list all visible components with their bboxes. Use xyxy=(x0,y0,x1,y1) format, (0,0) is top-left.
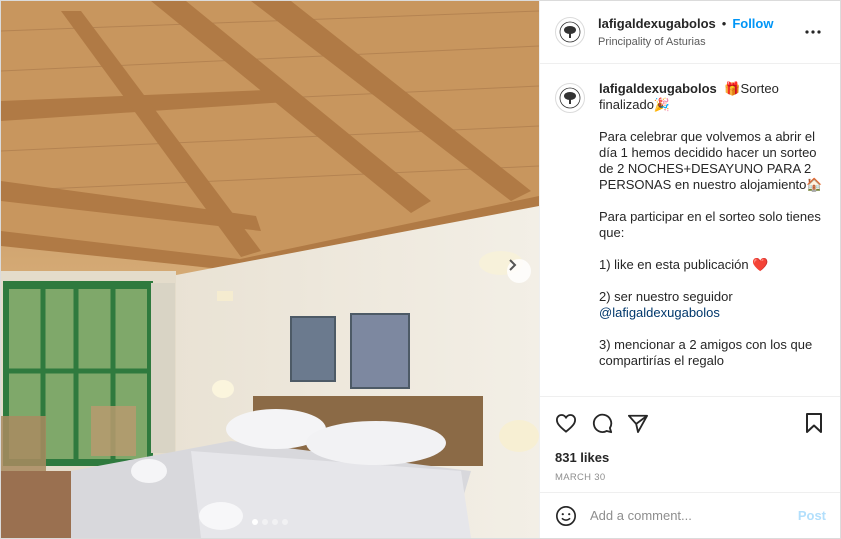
more-options-icon xyxy=(805,30,821,34)
action-bar xyxy=(540,396,840,448)
post-photo[interactable] xyxy=(1,1,539,538)
comment-button[interactable] xyxy=(590,411,614,435)
bookmark-icon xyxy=(806,412,822,433)
caption-paragraph: 3) mencionar a 2 amigos con los que comp… xyxy=(599,337,813,368)
carousel-dot xyxy=(282,519,288,525)
caption-text: lafigaldexugabolos 🎁Sorteo finalizado🎉 P… xyxy=(599,81,825,369)
carousel-dot xyxy=(252,519,258,525)
save-button[interactable] xyxy=(802,411,826,435)
post-header: lafigaldexugabolos • Follow Principality… xyxy=(540,1,840,64)
carousel-dot xyxy=(262,519,268,525)
tree-logo-icon xyxy=(559,87,581,109)
post-date[interactable]: MARCH 30 xyxy=(540,468,840,492)
chevron-right-icon xyxy=(509,259,517,271)
avatar[interactable] xyxy=(555,83,585,113)
more-options-button[interactable] xyxy=(801,20,825,44)
carousel-dot xyxy=(272,519,278,525)
post-comment-button[interactable]: Post xyxy=(798,508,826,523)
share-button[interactable] xyxy=(626,411,650,435)
emoji-icon xyxy=(556,505,576,526)
comment-icon xyxy=(592,413,613,433)
share-icon xyxy=(628,414,648,433)
emoji-button[interactable] xyxy=(554,504,578,528)
instagram-post: lafigaldexugabolos • Follow Principality… xyxy=(0,0,841,539)
like-button[interactable] xyxy=(554,411,578,435)
post-side-panel: lafigaldexugabolos • Follow Principality… xyxy=(539,1,840,538)
mention-link[interactable]: @lafigaldexugabolos xyxy=(599,305,825,321)
caption-paragraph: 2) ser nuestro seguidor @lafigaldexugabo… xyxy=(599,289,825,321)
username-link[interactable]: lafigaldexugabolos xyxy=(598,16,716,32)
carousel-indicator xyxy=(1,519,539,525)
follow-button[interactable]: Follow xyxy=(732,16,773,32)
heart-icon xyxy=(555,413,577,433)
caption-username-link[interactable]: lafigaldexugabolos xyxy=(599,81,717,96)
separator-dot: • xyxy=(721,16,727,31)
caption-paragraph: 1) like en esta publicación ❤️ xyxy=(599,257,769,272)
likes-count[interactable]: 831 likes xyxy=(540,448,840,468)
add-comment-bar: Post xyxy=(540,492,840,538)
caption-paragraph: Para participar en el sorteo solo tienes… xyxy=(599,209,821,240)
caption-line: 2) ser nuestro seguidor xyxy=(599,289,733,304)
caption: lafigaldexugabolos 🎁Sorteo finalizado🎉 P… xyxy=(555,81,825,369)
location-link[interactable]: Principality of Asturias xyxy=(598,36,801,48)
tree-logo-icon xyxy=(559,21,581,43)
comment-input[interactable] xyxy=(590,508,798,523)
avatar[interactable] xyxy=(555,17,585,47)
comments-area[interactable]: lafigaldexugabolos 🎁Sorteo finalizado🎉 P… xyxy=(540,64,840,396)
bedroom-photo xyxy=(1,1,539,538)
next-slide-button[interactable] xyxy=(507,259,531,283)
caption-paragraph: Para celebrar que volvemos a abrir el dí… xyxy=(599,129,823,192)
